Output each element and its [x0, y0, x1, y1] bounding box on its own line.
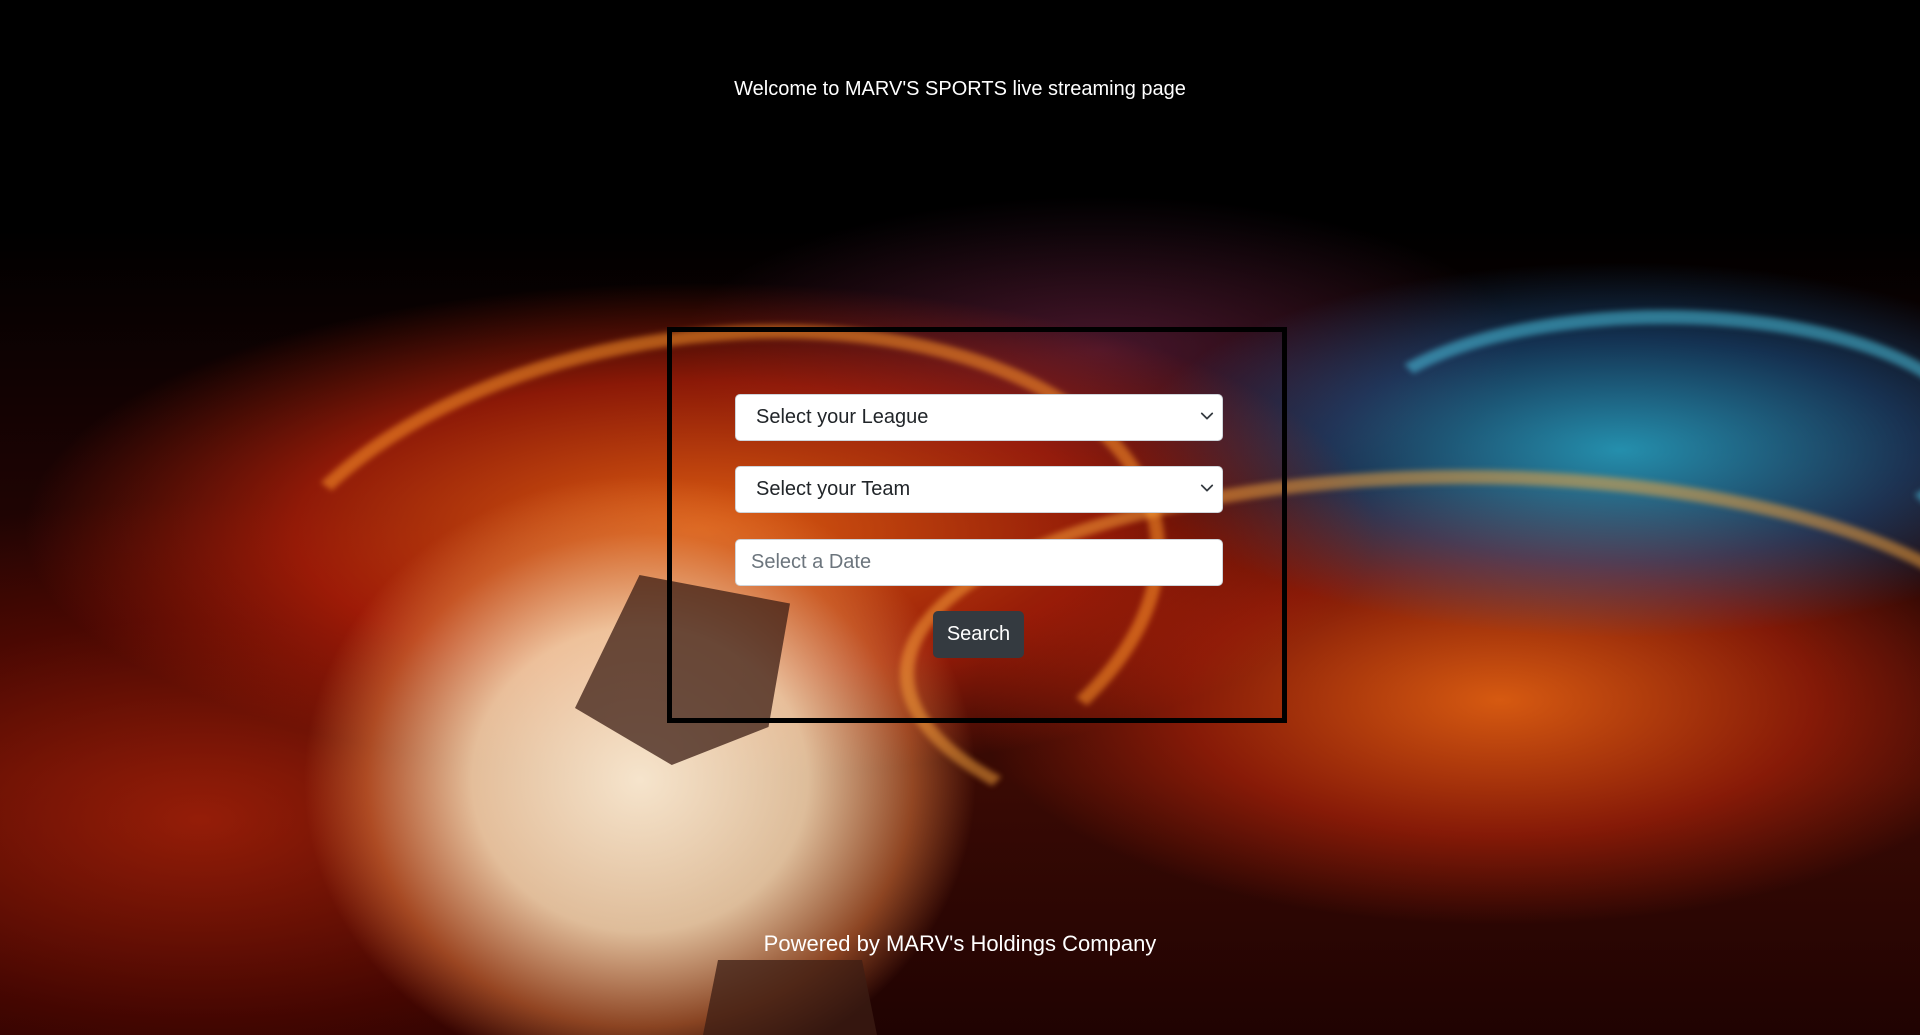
team-select[interactable]: Select your Team — [735, 466, 1223, 513]
chevron-down-icon — [1200, 484, 1214, 491]
search-form-frame — [667, 327, 1287, 723]
chevron-down-icon — [1200, 412, 1214, 419]
search-button[interactable]: Search — [933, 611, 1024, 658]
league-select[interactable]: Select your League — [735, 394, 1223, 441]
date-input-placeholder: Select a Date — [751, 551, 872, 573]
league-select-value: Select your League — [756, 406, 929, 428]
team-select-value: Select your Team — [756, 478, 911, 500]
page: Welcome to MARV'S SPORTS live streaming … — [0, 0, 1920, 1035]
date-input[interactable]: Select a Date — [735, 539, 1223, 586]
footer-text: Powered by MARV's Holdings Company — [763, 931, 1157, 956]
welcome-heading: Welcome to MARV'S SPORTS live streaming … — [734, 78, 1186, 100]
soccer-ball-panel — [700, 960, 880, 1035]
